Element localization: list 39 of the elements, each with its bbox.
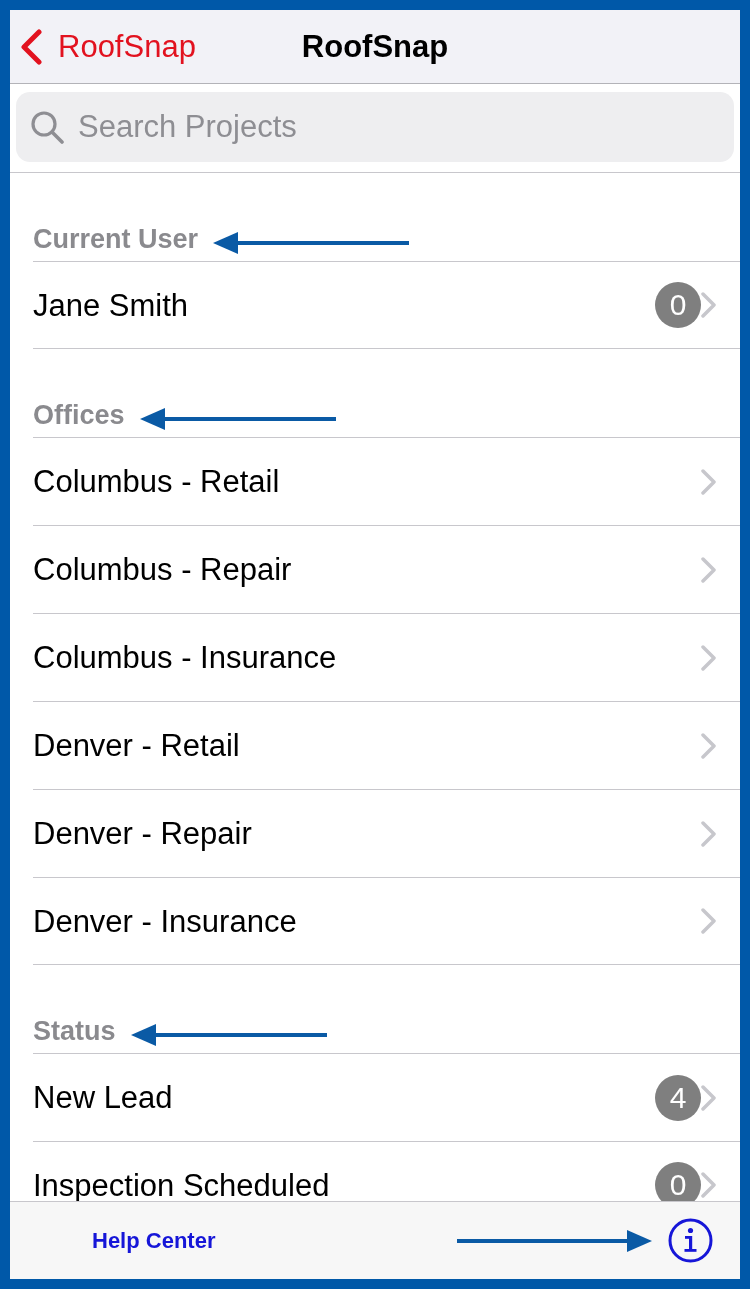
help-center-link[interactable]: Help Center: [92, 1227, 216, 1254]
row-label: Columbus - Insurance: [33, 642, 338, 673]
chevron-icon: [701, 292, 716, 318]
count-badge: 0: [655, 282, 701, 328]
list-row[interactable]: Denver - Insurance: [33, 877, 740, 965]
search-icon: [31, 111, 64, 144]
nav-title: RoofSnap: [301, 28, 449, 65]
info-icon: [668, 1218, 713, 1263]
row-label: Columbus - Retail: [33, 466, 281, 497]
chevron-icon: [701, 1084, 716, 1111]
search-field[interactable]: Search Projects: [16, 92, 734, 162]
chevron-icon: [701, 556, 716, 583]
list-row[interactable]: New Lead 4: [33, 1053, 740, 1141]
back-button[interactable]: RoofSnap: [20, 28, 196, 65]
list-row[interactable]: Jane Smith 0: [33, 261, 740, 349]
row-label: Denver - Insurance: [33, 905, 298, 937]
back-chevron-icon: [20, 28, 42, 65]
chevron-icon: [701, 1172, 716, 1198]
info-button[interactable]: [668, 1218, 713, 1263]
chevron-icon: [701, 908, 716, 934]
row-label: Jane Smith: [33, 289, 190, 321]
list-row[interactable]: Denver - Retail: [33, 701, 740, 789]
list-row[interactable]: Columbus - Repair: [33, 525, 740, 613]
list-row[interactable]: Denver - Repair: [33, 789, 740, 877]
chevron-icon: [701, 644, 716, 671]
chevron-icon: [701, 468, 716, 495]
row-label: Columbus - Repair: [33, 554, 293, 585]
list-row[interactable]: Columbus - Retail: [33, 437, 740, 525]
chevron-icon: [701, 732, 716, 759]
list-row[interactable]: Columbus - Insurance: [33, 613, 740, 701]
section-header: Current User: [33, 222, 199, 255]
section-header: Status: [33, 1014, 116, 1047]
section-header: Offices: [33, 398, 125, 431]
chevron-icon: [701, 820, 716, 847]
row-label: Denver - Retail: [33, 730, 241, 761]
count-badge: 4: [655, 1074, 701, 1121]
count-badge: 0: [655, 1162, 701, 1201]
row-label: New Lead: [33, 1082, 174, 1113]
row-label: Denver - Repair: [33, 818, 253, 849]
